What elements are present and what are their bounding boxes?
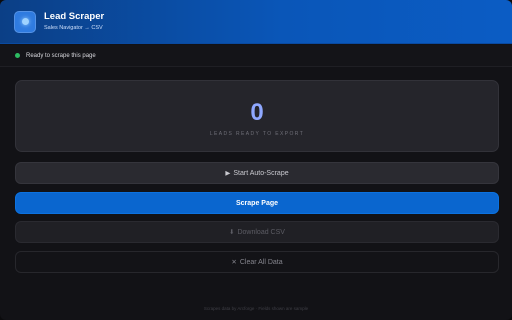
scrape-page-label: Scrape Page: [235, 199, 279, 207]
leads-count: 0: [250, 99, 264, 126]
download-csv-label: Download CSV: [237, 228, 285, 236]
clear-all-data-button[interactable]: ✕ Clear All Data: [15, 251, 499, 273]
app-title: Lead Scraper: [44, 11, 105, 22]
app-subtitle: Sales Navigator → CSV: [44, 24, 103, 31]
title-group: Lead Scraper Sales Navigator → CSV: [44, 12, 104, 31]
status-text: Ready to scrape this page: [26, 52, 96, 59]
leads-count-label: LEADS READY TO EXPORT: [209, 131, 305, 137]
status-bar: Ready to scrape this page: [0, 45, 512, 67]
download-icon: ⬇: [229, 229, 235, 236]
play-icon: ▶: [225, 170, 231, 177]
download-csv-button[interactable]: ⬇ Download CSV: [15, 221, 499, 243]
extension-popup: Lead Scraper Sales Navigator → CSV Ready…: [0, 0, 512, 320]
status-indicator-icon: [15, 53, 20, 58]
footer-note: Scrapes data by Arcforge · Fields shown …: [203, 306, 309, 311]
app-header: Lead Scraper Sales Navigator → CSV: [0, 0, 512, 44]
logo-dot: [21, 18, 29, 25]
scrape-page-button[interactable]: Scrape Page: [15, 192, 499, 214]
logo-icon: [14, 10, 36, 33]
start-auto-scrape-label: Start Auto-Scrape: [233, 169, 289, 177]
clear-all-data-label: Clear All Data: [239, 258, 283, 266]
leads-counter-card: 0 LEADS READY TO EXPORT: [15, 80, 499, 152]
close-icon: ✕: [231, 259, 237, 266]
start-auto-scrape-button[interactable]: ▶ Start Auto-Scrape: [15, 162, 499, 184]
